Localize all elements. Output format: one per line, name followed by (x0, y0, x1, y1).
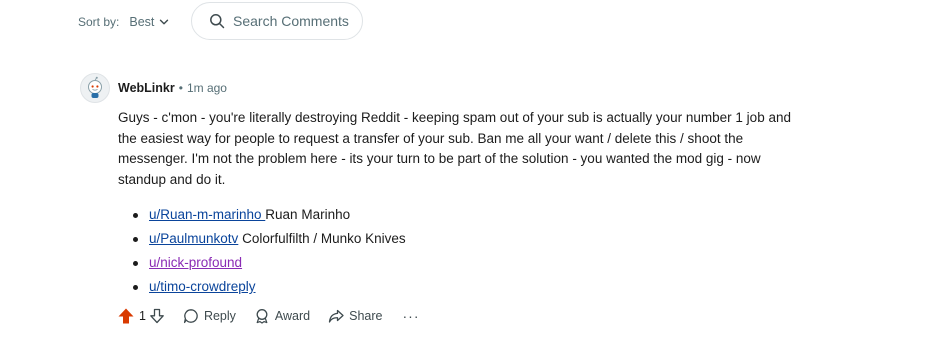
comment-body: Guys - c'mon - you're literally destroyi… (118, 108, 808, 299)
comment-author[interactable]: WebLinkr (118, 81, 175, 95)
reply-label: Reply (203, 309, 236, 323)
comment-header: WebLinkr • 1m ago (80, 73, 227, 103)
list-item: u/timo-crowdreply (118, 275, 808, 299)
share-arrow-icon (328, 309, 344, 323)
list-item: u/Ruan-m-marinho Ruan Marinho (118, 203, 808, 227)
vote-group: 1 (117, 307, 165, 325)
award-button[interactable]: Award (254, 308, 310, 324)
more-options-button[interactable]: ··· (403, 308, 420, 324)
search-comments-box[interactable] (191, 2, 363, 40)
meta-separator: • (178, 81, 183, 95)
snoo-avatar-icon (88, 76, 102, 98)
reply-button[interactable]: Reply (183, 308, 236, 324)
user-link[interactable]: u/timo-crowdreply (149, 279, 256, 294)
comment-bubble-icon (183, 309, 198, 324)
sort-value: Best (129, 15, 155, 29)
downvote-arrow-icon[interactable] (149, 308, 165, 324)
upvote-arrow-icon[interactable] (117, 307, 135, 325)
user-link[interactable]: u/nick-profound (149, 255, 242, 270)
sort-bar: Sort by: Best (78, 2, 169, 42)
share-button[interactable]: Share (328, 308, 383, 324)
avatar[interactable] (80, 73, 110, 103)
chevron-down-icon (160, 19, 169, 25)
comment-action-bar: 1 Reply Award Share ··· (117, 304, 420, 328)
comment-text: Guys - c'mon - you're literally destroyi… (118, 110, 791, 187)
mention-text: Colorfulfilth / Munko Knives (238, 231, 406, 246)
user-link[interactable]: u/Ruan-m-marinho (149, 207, 265, 222)
mention-text: Ruan Marinho (265, 207, 351, 222)
mention-list: u/Ruan-m-marinho Ruan Marinho u/Paulmunk… (118, 203, 808, 299)
comment-timestamp: 1m ago (186, 81, 227, 95)
list-item: u/nick-profound (118, 251, 808, 275)
list-item: u/Paulmunkotv Colorfulfilth / Munko Kniv… (118, 227, 808, 251)
award-icon (256, 309, 268, 324)
user-link[interactable]: u/Paulmunkotv (149, 231, 238, 246)
share-label: Share (349, 309, 383, 323)
sort-dropdown[interactable]: Best (129, 15, 169, 29)
vote-count: 1 (139, 309, 146, 323)
sort-label: Sort by: (78, 15, 120, 29)
search-icon (210, 14, 225, 29)
search-comments-input[interactable] (233, 13, 353, 29)
award-label: Award (274, 309, 311, 323)
